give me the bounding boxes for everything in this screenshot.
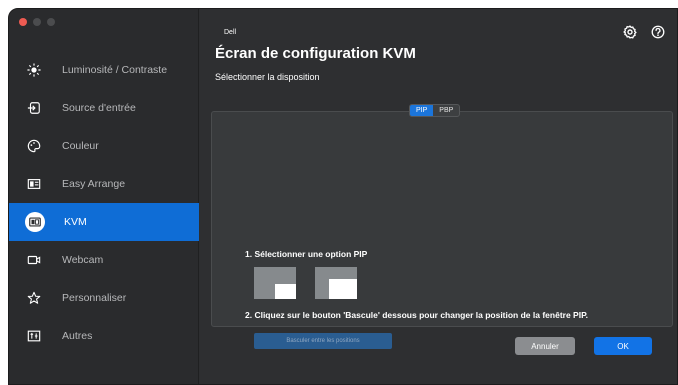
main-content: Dell Écran de configuration KVM Sélectio… — [200, 9, 677, 384]
brightness-icon — [25, 61, 43, 79]
minimize-window-button[interactable] — [33, 18, 41, 26]
pip-window-preview — [275, 284, 296, 299]
webcam-icon — [25, 251, 43, 269]
app-window: Luminosité / Contraste Source d'entrée C… — [8, 8, 678, 385]
sidebar-item-customize[interactable]: Personnaliser — [9, 279, 199, 317]
help-icon[interactable] — [651, 25, 665, 39]
layout-panel: 1. Sélectionner une option PIP 2. Clique… — [211, 111, 673, 349]
sidebar-item-kvm[interactable]: KVM — [9, 203, 199, 241]
brand-label: Dell — [224, 29, 237, 36]
sidebar-item-label: KVM — [64, 216, 87, 228]
pip-option-small[interactable] — [254, 267, 296, 299]
tab-pbp[interactable]: PBP — [433, 105, 459, 116]
sidebar-item-others[interactable]: Autres — [9, 317, 199, 355]
sidebar: Luminosité / Contraste Source d'entrée C… — [9, 9, 199, 384]
header-actions — [623, 25, 665, 39]
swap-positions-button[interactable]: Basculer entre les positions — [254, 333, 392, 349]
layout-toggle: PIP PBP — [409, 104, 461, 117]
easy-arrange-icon — [25, 175, 43, 193]
kvm-icon — [25, 212, 45, 232]
cancel-button[interactable]: Annuler — [515, 337, 575, 355]
sidebar-item-label: Webcam — [62, 254, 104, 266]
zoom-window-button[interactable] — [47, 18, 55, 26]
sidebar-item-label: Personnaliser — [62, 292, 127, 304]
sidebar-item-color[interactable]: Couleur — [9, 127, 199, 165]
star-icon — [25, 289, 43, 307]
settings-icon[interactable] — [623, 25, 637, 39]
window-controls — [19, 18, 55, 26]
sidebar-item-webcam[interactable]: Webcam — [9, 241, 199, 279]
sidebar-item-input-source[interactable]: Source d'entrée — [9, 89, 199, 127]
color-icon — [25, 137, 43, 155]
ok-button[interactable]: OK — [594, 337, 652, 355]
sidebar-item-label: Source d'entrée — [62, 102, 136, 114]
others-icon — [25, 327, 43, 345]
input-source-icon — [25, 99, 43, 117]
close-window-button[interactable] — [19, 18, 27, 26]
sidebar-item-brightness[interactable]: Luminosité / Contraste — [9, 51, 199, 89]
sidebar-item-label: Luminosité / Contraste — [62, 64, 168, 76]
page-title: Écran de configuration KVM — [215, 45, 416, 62]
swap-instructions: 2. Cliquez sur le bouton 'Bascule' desso… — [245, 310, 589, 320]
sidebar-item-label: Couleur — [62, 140, 99, 152]
pip-window-preview — [329, 279, 357, 299]
pip-option-heading: 1. Sélectionner une option PIP — [245, 249, 368, 259]
sidebar-item-label: Easy Arrange — [62, 178, 126, 190]
tab-pip[interactable]: PIP — [410, 105, 434, 116]
sidebar-item-easy-arrange[interactable]: Easy Arrange — [9, 165, 199, 203]
sidebar-item-label: Autres — [62, 330, 93, 342]
sidebar-nav: Luminosité / Contraste Source d'entrée C… — [9, 51, 199, 355]
page-subtitle: Sélectionner la disposition — [215, 72, 320, 82]
pip-option-large[interactable] — [315, 267, 357, 299]
